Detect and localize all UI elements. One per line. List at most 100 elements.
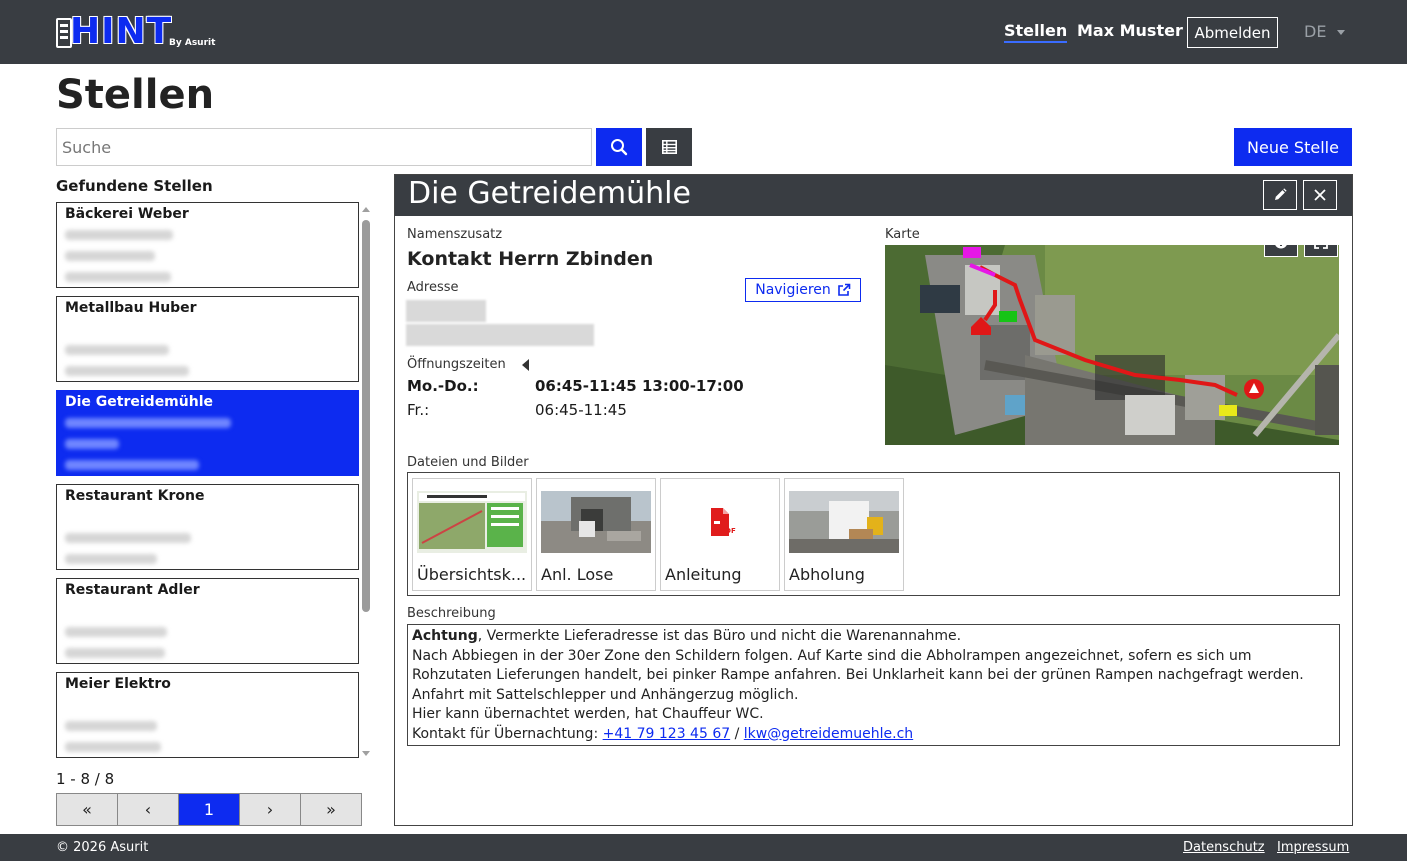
list-item[interactable]: Restaurant Adler — [56, 578, 359, 664]
desc-line-4: Hier kann übernachtet werden, hat Chauff… — [412, 706, 764, 722]
nav-stellen-link[interactable]: Stellen — [1004, 21, 1068, 43]
map-info-button[interactable] — [1264, 245, 1298, 257]
edit-button[interactable] — [1263, 180, 1297, 210]
hours-day: Mo.-Do.: — [407, 377, 479, 395]
list-item-selected[interactable]: Die Getreidemühle — [56, 390, 359, 476]
navigate-label: Navigieren — [755, 282, 831, 298]
blurred-text — [65, 554, 157, 564]
desc-line-5: Kontakt für Übernachtung: +41 79 123 45 … — [412, 725, 1335, 745]
privacy-link[interactable]: Datenschutz — [1183, 840, 1265, 855]
pager-next-button[interactable]: › — [240, 794, 301, 825]
hours-time: 06:45-11:45 — [535, 401, 627, 419]
table-view-button[interactable] — [646, 128, 692, 166]
logout-button[interactable]: Abmelden — [1187, 17, 1278, 48]
new-stelle-button[interactable]: Neue Stelle — [1234, 128, 1352, 166]
list-item[interactable]: Bäckerei Weber — [56, 202, 359, 288]
external-link-icon — [837, 283, 851, 296]
top-navbar: HINT By Asurit Stellen Max Muster Abmeld… — [0, 0, 1407, 64]
chevron-down-icon — [1337, 30, 1345, 35]
imprint-link[interactable]: Impressum — [1277, 840, 1349, 855]
file-card[interactable]: Übersichtsk... — [412, 478, 532, 591]
table-icon — [661, 140, 677, 154]
scroll-up-arrow-icon[interactable] — [362, 207, 370, 212]
file-card[interactable]: PDF Anleitung — [660, 478, 780, 591]
pdf-file-icon: PDF — [711, 508, 736, 536]
namenszusatz-label: Namenszusatz — [407, 227, 503, 242]
footer: © 2026 Asurit Datenschutz Impressum — [0, 834, 1407, 861]
blurred-text — [65, 418, 231, 428]
file-thumbnail: PDF — [665, 491, 775, 553]
hours-day: Fr.: — [407, 401, 430, 419]
found-list-title: Gefundene Stellen — [56, 177, 213, 195]
language-dropdown[interactable]: DE — [1304, 22, 1326, 41]
svg-text:PDF: PDF — [720, 527, 736, 535]
pager-page-button[interactable]: 1 — [179, 794, 240, 825]
list-scrollbar[interactable] — [362, 220, 370, 612]
hint-logo[interactable]: HINT By Asurit — [56, 11, 226, 52]
detail-header: Die Getreidemühle — [395, 175, 1352, 216]
email-link[interactable]: lkw@getreidemuehle.ch — [744, 726, 913, 742]
file-name: Anleitung — [665, 565, 742, 584]
loading-ramp-photo-icon — [541, 491, 651, 553]
desc-line-2: Nach Abbiegen in der 30er Zone den Schil… — [412, 647, 1304, 684]
map-label: Karte — [885, 227, 920, 242]
desc-line-1: Achtung, Vermerkte Lieferadresse ist das… — [412, 627, 1335, 647]
blurred-text — [65, 251, 155, 261]
list-item[interactable]: Meier Elektro — [56, 672, 359, 758]
file-card[interactable]: Abholung — [784, 478, 904, 591]
blurred-text — [65, 460, 199, 470]
blurred-text — [65, 366, 189, 376]
scroll-down-arrow-icon[interactable] — [362, 751, 370, 756]
stelle-detail-panel: Die Getreidemühle Namenszusatz Kontakt H… — [394, 174, 1353, 826]
pager-first-button[interactable]: « — [57, 794, 118, 825]
info-icon — [1275, 245, 1287, 249]
hours-time: 06:45-11:45 13:00-17:00 — [535, 377, 744, 395]
file-name: Anl. Lose — [541, 565, 614, 584]
list-item-name: Restaurant Adler — [65, 582, 200, 598]
address-line-blurred — [406, 324, 594, 346]
pager-last-button[interactable]: » — [301, 794, 361, 825]
list-item[interactable]: Metallbau Huber — [56, 296, 359, 382]
blurred-text — [65, 721, 157, 731]
navigate-button[interactable]: Navigieren — [745, 278, 861, 302]
pager-prev-button[interactable]: ‹ — [118, 794, 179, 825]
overview-map-thumbnail-icon — [417, 491, 527, 553]
file-card[interactable]: Anl. Lose — [536, 478, 656, 591]
list-item-name: Bäckerei Weber — [65, 206, 189, 222]
list-item[interactable]: Restaurant Krone — [56, 484, 359, 570]
blurred-text — [65, 533, 191, 543]
stellen-list: Bäckerei Weber Metallbau Huber Die Getre… — [56, 202, 360, 762]
address-line-blurred — [406, 300, 486, 322]
namenszusatz-value: Kontakt Herrn Zbinden — [407, 248, 654, 270]
desc-line-3: Anfahrt mit Sattelschlepper und Anhänger… — [412, 686, 799, 703]
search-button[interactable] — [596, 128, 642, 166]
file-thumbnail — [541, 491, 651, 553]
blurred-text — [65, 439, 119, 449]
list-item-name: Restaurant Krone — [65, 488, 205, 504]
list-item-name: Metallbau Huber — [65, 300, 197, 316]
nav-user-link[interactable]: Max Muster — [1077, 21, 1183, 40]
adresse-label: Adresse — [407, 280, 459, 295]
blurred-text — [65, 230, 173, 240]
detail-title: Die Getreidemühle — [408, 176, 691, 211]
close-icon — [1314, 189, 1326, 201]
description-box: Achtung, Vermerkte Lieferadresse ist das… — [407, 624, 1340, 746]
phone-link[interactable]: +41 79 123 45 67 — [603, 726, 731, 742]
pickup-photo-icon — [789, 491, 899, 553]
close-button[interactable] — [1303, 180, 1337, 210]
copyright: © 2026 Asurit — [56, 840, 149, 855]
search-icon — [611, 139, 628, 156]
search-input[interactable] — [56, 128, 592, 166]
hours-toggle-caret-icon[interactable] — [522, 359, 529, 371]
file-name: Abholung — [789, 565, 865, 584]
file-thumbnail — [789, 491, 899, 553]
blurred-text — [65, 272, 171, 282]
blurred-text — [65, 345, 169, 355]
pencil-icon — [1275, 188, 1287, 200]
aerial-map[interactable] — [885, 245, 1339, 445]
logo-text: HINT — [70, 11, 173, 52]
list-item-name: Meier Elektro — [65, 676, 171, 692]
list-item-name: Die Getreidemühle — [65, 394, 213, 410]
map-fullscreen-button[interactable] — [1304, 245, 1338, 257]
file-thumbnail — [417, 491, 527, 553]
